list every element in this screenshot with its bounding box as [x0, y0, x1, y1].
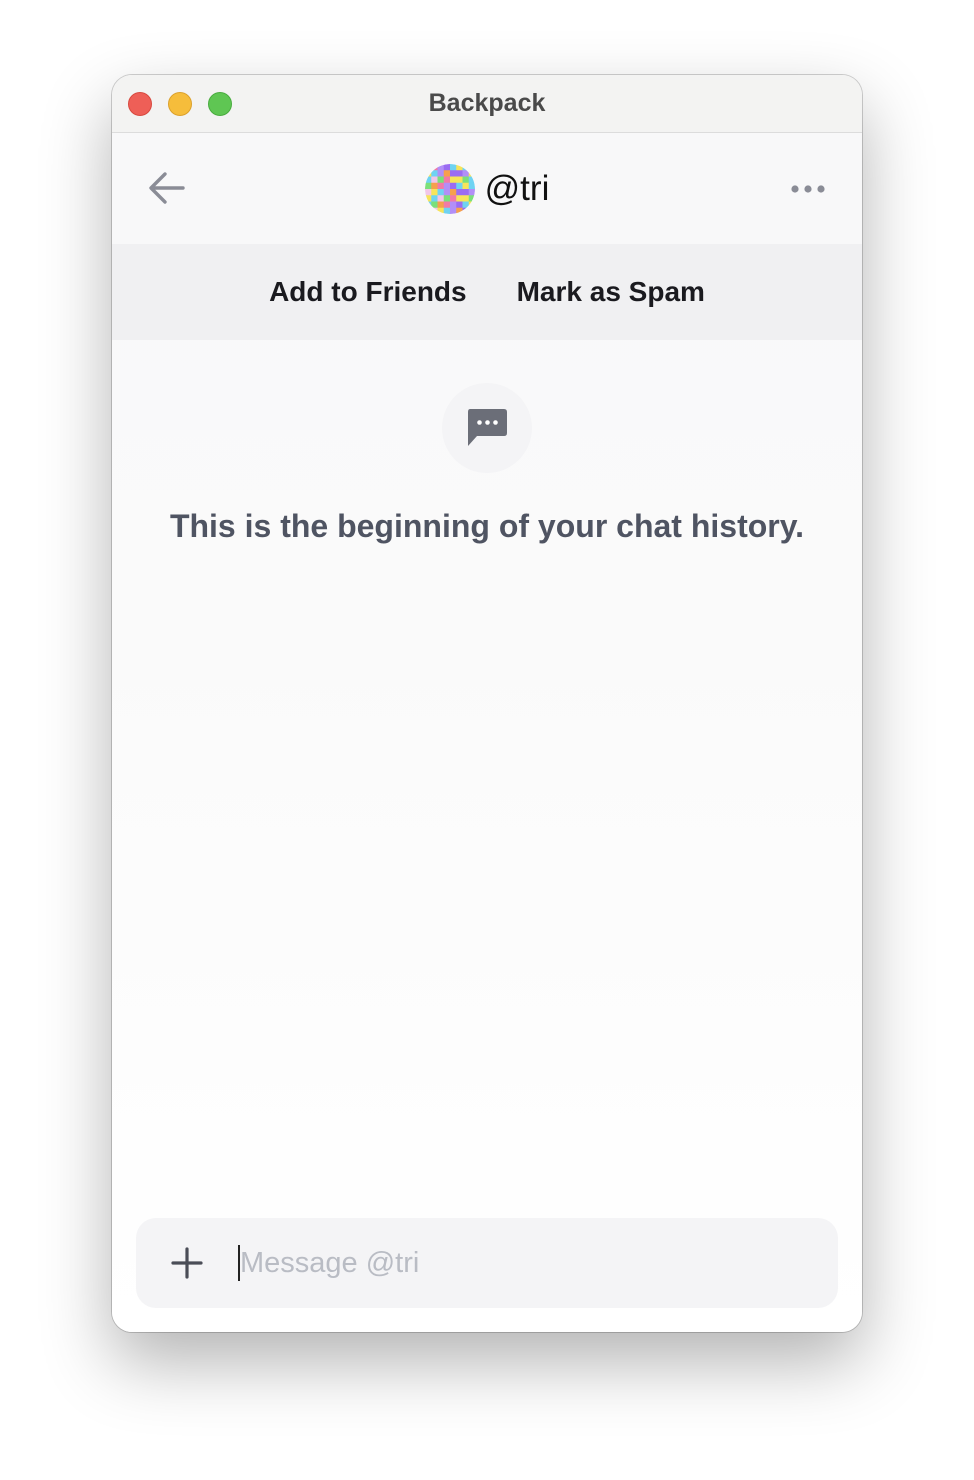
request-actions-bar: Add to Friends Mark as Spam	[112, 244, 862, 340]
username: @tri	[484, 168, 550, 208]
more-horizontal-icon	[791, 185, 825, 193]
text-caret	[238, 1245, 240, 1281]
chat-bubble-icon	[468, 409, 507, 446]
chat-view: @tri Add to Friends Mark as Spam This is…	[112, 133, 862, 1332]
avatar[interactable]	[424, 163, 475, 214]
empty-state-icon	[442, 383, 532, 473]
add-to-friends-button[interactable]: Add to Friends	[269, 276, 467, 308]
chat-user: @tri	[112, 133, 862, 244]
more-options-button[interactable]	[784, 169, 832, 209]
mark-as-spam-button[interactable]: Mark as Spam	[517, 276, 705, 308]
add-attachment-button[interactable]	[164, 1240, 210, 1286]
chat-header: @tri	[112, 133, 862, 244]
chat-history-start-text: This is the beginning of your chat histo…	[169, 508, 805, 544]
message-composer	[136, 1218, 838, 1308]
window-title: Backpack	[428, 89, 546, 117]
title-bar: Backpack	[112, 75, 862, 133]
app-window: Backpack @tri Add to Friends Mark as Spa…	[112, 75, 862, 1332]
message-input[interactable]	[236, 1234, 816, 1292]
plus-icon	[171, 1247, 203, 1279]
